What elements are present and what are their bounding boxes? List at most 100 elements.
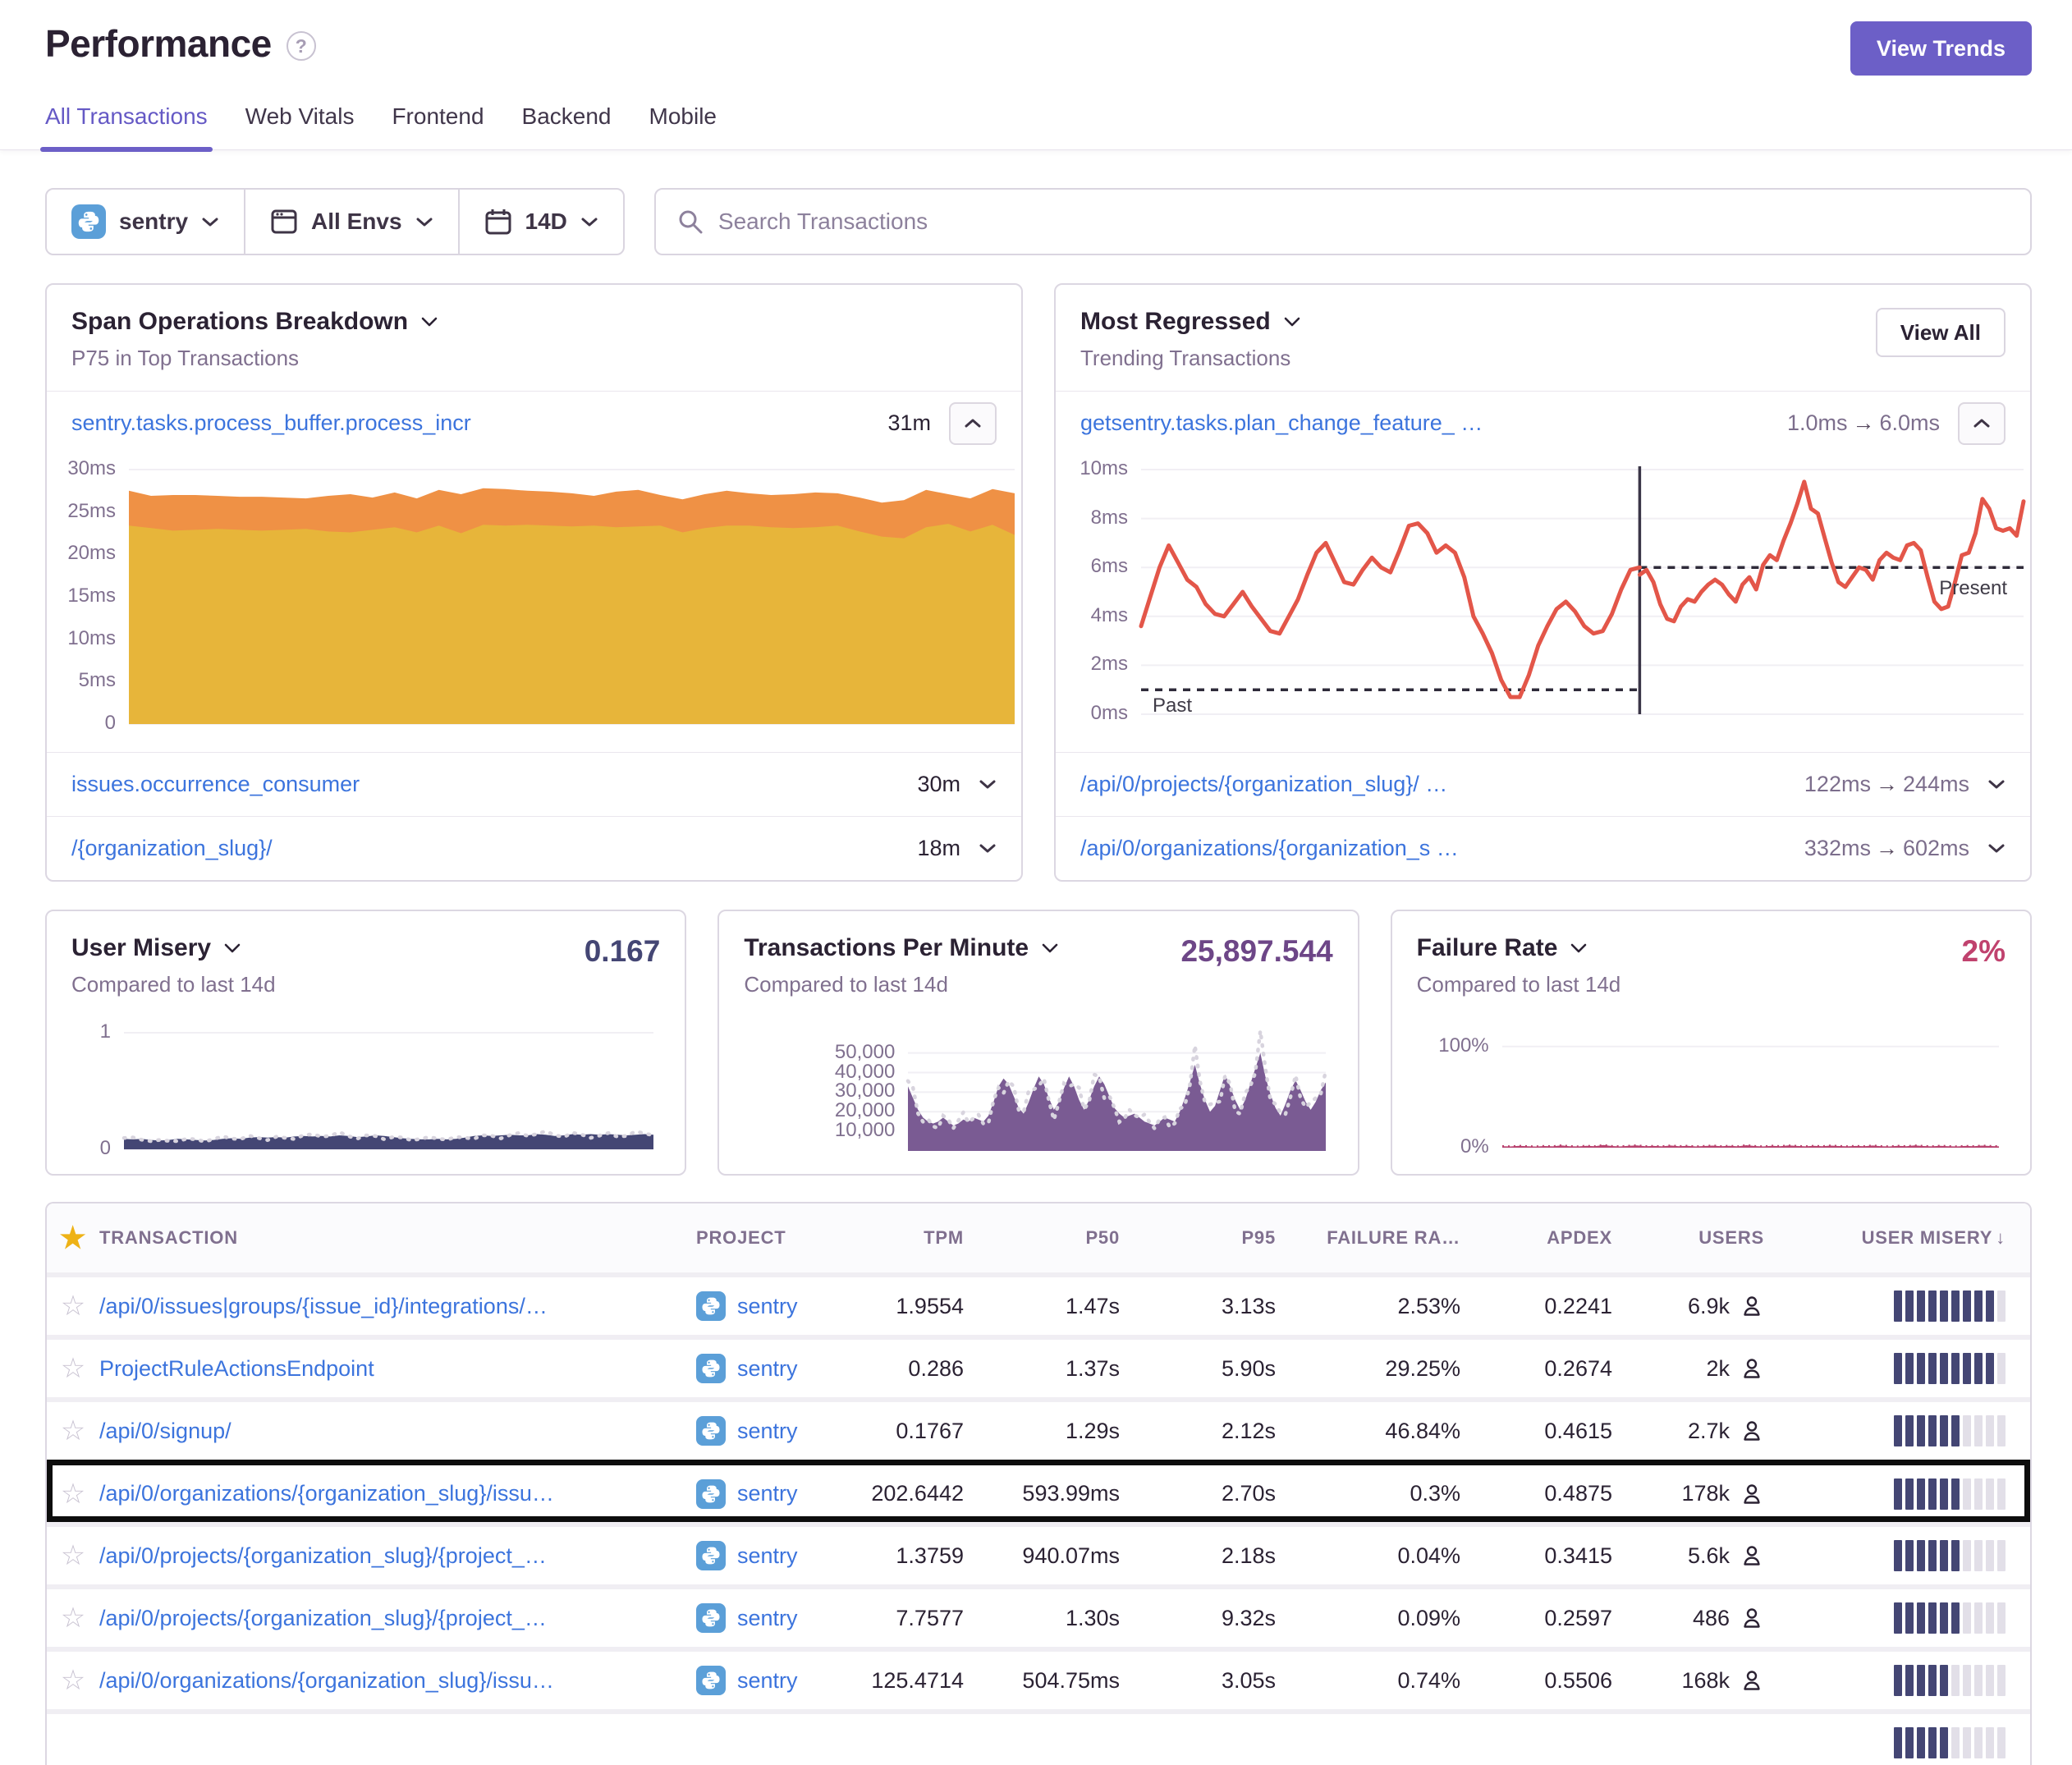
transaction-link[interactable]: /api/0/projects/{organization_slug}/{pro…	[99, 1543, 672, 1569]
project-link[interactable]: sentry	[737, 1294, 798, 1319]
span-op-link[interactable]: issues.occurrence_consumer	[71, 772, 360, 797]
tab-all-transactions[interactable]: All Transactions	[45, 103, 208, 149]
transaction-link[interactable]: /api/0/organizations/{organization_slug}…	[99, 1481, 672, 1506]
user-icon	[1740, 1482, 1764, 1506]
table-row[interactable]	[47, 1709, 2030, 1765]
view-trends-button[interactable]: View Trends	[1850, 21, 2032, 76]
search-icon	[677, 209, 704, 235]
column-header[interactable]: P95	[1131, 1227, 1287, 1249]
tab-mobile[interactable]: Mobile	[649, 103, 717, 149]
column-header[interactable]: APDEX	[1472, 1227, 1624, 1249]
star-toggle[interactable]: ☆	[47, 1290, 99, 1323]
star-header-icon[interactable]: ★	[47, 1221, 99, 1255]
tpm-cell: 125.4714	[852, 1668, 975, 1694]
page-title: Performance	[45, 21, 272, 66]
user-misery-title-dropdown[interactable]: User Misery	[71, 934, 276, 962]
star-toggle[interactable]: ☆	[47, 1602, 99, 1634]
p95-cell: 3.13s	[1131, 1294, 1287, 1319]
user-misery-chart[interactable]: 10	[71, 1023, 660, 1161]
failure-rate-cell: 29.25%	[1287, 1356, 1472, 1382]
column-header[interactable]: FAILURE RA…	[1287, 1227, 1472, 1249]
search-input[interactable]	[718, 209, 2009, 235]
span-op-link[interactable]: sentry.tasks.process_buffer.process_incr	[71, 410, 471, 436]
star-toggle[interactable]: ☆	[47, 1664, 99, 1697]
table-row[interactable]: ☆/api/0/signup/sentry0.17671.29s2.12s46.…	[47, 1397, 2030, 1460]
column-header[interactable]: PROJECT	[696, 1227, 852, 1249]
failure-rate-chart[interactable]: 100%0%	[1417, 1023, 2006, 1161]
project-link[interactable]: sentry	[737, 1606, 798, 1631]
table-row[interactable]: ☆/api/0/organizations/{organization_slug…	[47, 1647, 2030, 1709]
table-row[interactable]: ☆/api/0/projects/{organization_slug}/{pr…	[47, 1584, 2030, 1647]
transaction-link[interactable]: ProjectRuleActionsEndpoint	[99, 1356, 672, 1382]
p50-cell: 1.30s	[975, 1606, 1131, 1631]
failure-rate-title-dropdown[interactable]: Failure Rate	[1417, 934, 1621, 962]
chevron-down-icon	[415, 217, 433, 227]
expand-button[interactable]	[1987, 779, 2006, 790]
transaction-link[interactable]: /api/0/projects/{organization_slug}/{pro…	[99, 1606, 672, 1631]
project-link[interactable]: sentry	[737, 1543, 798, 1569]
expand-button[interactable]	[979, 843, 997, 854]
star-toggle[interactable]: ☆	[47, 1352, 99, 1385]
collapse-button[interactable]	[1958, 402, 2006, 445]
user-icon	[1740, 1543, 1764, 1568]
date-range-filter[interactable]: 14D	[460, 190, 623, 254]
span-op-value: 30m	[917, 772, 960, 797]
search-transactions-box[interactable]	[654, 188, 2032, 255]
span-ops-title-dropdown[interactable]: Span Operations Breakdown	[71, 308, 438, 336]
span-op-value: 31m	[887, 410, 931, 436]
regressed-link[interactable]: /api/0/organizations/{organization_s …	[1080, 836, 1459, 861]
project-link[interactable]: sentry	[737, 1356, 798, 1382]
environment-filter[interactable]: All Envs	[245, 190, 457, 254]
table-row[interactable]: ☆ProjectRuleActionsEndpointsentry0.2861.…	[47, 1335, 2030, 1397]
user-misery-score	[1776, 1727, 2030, 1758]
p50-cell: 504.75ms	[975, 1668, 1131, 1694]
failure-rate-cell: 2.53%	[1287, 1294, 1472, 1319]
view-all-button[interactable]: View All	[1876, 308, 2006, 357]
stat-value-2: 2%	[1962, 934, 2006, 969]
tpm-chart[interactable]: 50,00040,00030,00020,00010,000	[744, 1023, 1332, 1161]
span-op-link[interactable]: /{organization_slug}/	[71, 836, 273, 861]
table-row[interactable]: ☆/api/0/projects/{organization_slug}/{pr…	[47, 1522, 2030, 1584]
p95-cell: 9.32s	[1131, 1606, 1287, 1631]
span-ops-chart[interactable]: 30ms25ms20ms15ms10ms5ms0	[47, 456, 1021, 749]
project-link[interactable]: sentry	[737, 1668, 798, 1694]
span-op-row-expanded: sentry.tasks.process_buffer.process_incr…	[47, 391, 1021, 455]
column-header[interactable]: USERS	[1624, 1227, 1776, 1249]
tpm-title-dropdown[interactable]: Transactions Per Minute	[744, 934, 1058, 962]
column-header[interactable]: TRANSACTION	[99, 1227, 696, 1249]
stat-value-1: 25,897.544	[1180, 934, 1332, 969]
column-header[interactable]: P50	[975, 1227, 1131, 1249]
transaction-link[interactable]: /api/0/signup/	[99, 1419, 672, 1444]
regression-chart[interactable]: 10ms8ms6ms4ms2ms0msPastPresent	[1056, 456, 2030, 749]
tpm-card: Transactions Per Minute Compared to last…	[717, 910, 1359, 1176]
transaction-link[interactable]: /api/0/organizations/{organization_slug}…	[99, 1668, 672, 1694]
star-toggle[interactable]: ☆	[47, 1478, 99, 1511]
regressed-link[interactable]: getsentry.tasks.plan_change_feature_ …	[1080, 410, 1483, 436]
regressed-row: /api/0/projects/{organization_slug}/ … 1…	[1056, 752, 2030, 816]
project-filter[interactable]: sentry	[47, 190, 244, 254]
chevron-down-icon	[1987, 779, 2006, 790]
project-link[interactable]: sentry	[737, 1419, 798, 1444]
table-row[interactable]: ☆/api/0/issues|groups/{issue_id}/integra…	[47, 1272, 2030, 1335]
table-row-selected[interactable]: ☆/api/0/organizations/{organization_slug…	[47, 1460, 2030, 1522]
expand-button[interactable]	[979, 779, 997, 790]
column-header[interactable]: TPM	[852, 1227, 975, 1249]
python-project-icon	[696, 1416, 726, 1446]
tab-backend[interactable]: Backend	[522, 103, 612, 149]
star-toggle[interactable]: ☆	[47, 1539, 99, 1572]
tpm-cell: 1.3759	[852, 1543, 975, 1569]
most-regressed-title-dropdown[interactable]: Most Regressed	[1080, 308, 1300, 336]
collapse-button[interactable]	[949, 402, 997, 445]
tab-frontend[interactable]: Frontend	[392, 103, 484, 149]
regressed-link[interactable]: /api/0/projects/{organization_slug}/ …	[1080, 772, 1447, 797]
transaction-link[interactable]: /api/0/issues|groups/{issue_id}/integrat…	[99, 1294, 672, 1319]
help-icon[interactable]: ?	[287, 31, 316, 61]
users-cell: 5.6k	[1624, 1543, 1776, 1569]
star-toggle[interactable]: ☆	[47, 1414, 99, 1447]
expand-button[interactable]	[1987, 843, 2006, 854]
tab-web-vitals[interactable]: Web Vitals	[245, 103, 355, 149]
tpm-cell: 7.7577	[852, 1606, 975, 1631]
arrow-right-icon: →	[1847, 410, 1879, 435]
project-link[interactable]: sentry	[737, 1481, 798, 1506]
column-header[interactable]: USER MISERY ↓	[1776, 1227, 2030, 1249]
